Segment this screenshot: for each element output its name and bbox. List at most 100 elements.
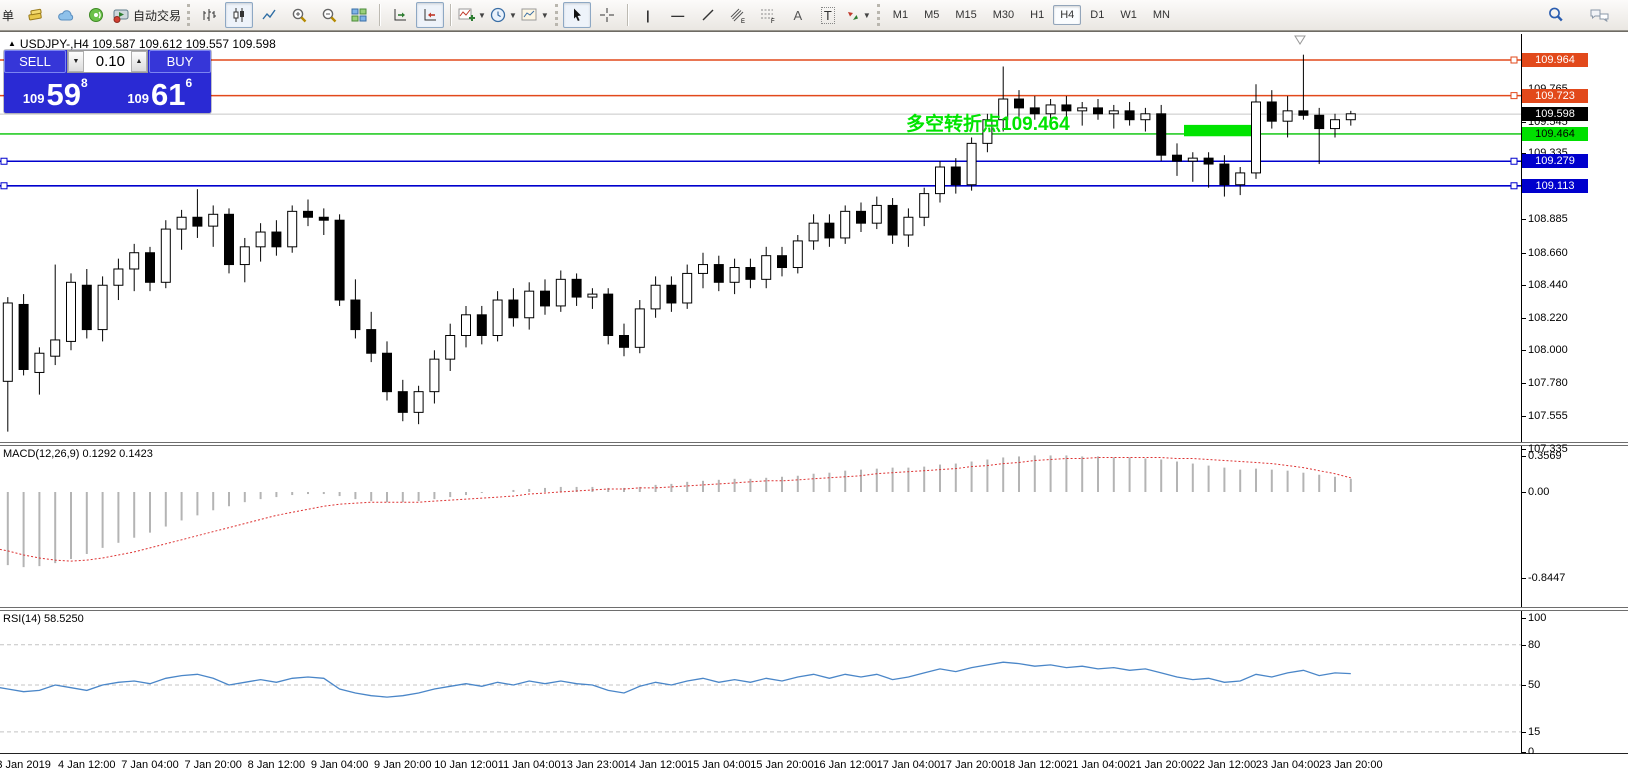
autotrading-label: 自动交易 bbox=[133, 7, 181, 24]
sell-button[interactable]: SELL bbox=[4, 50, 66, 73]
macd-pane-separator[interactable] bbox=[0, 442, 1628, 446]
channel-tool[interactable]: E bbox=[724, 2, 752, 28]
time-tick-label: 9 Jan 20:00 bbox=[374, 759, 432, 771]
time-axis[interactable]: 3 Jan 20194 Jan 12:007 Jan 04:007 Jan 20… bbox=[0, 754, 1628, 778]
search-button[interactable] bbox=[1542, 2, 1570, 28]
volume-increase-button[interactable]: ▲ bbox=[131, 51, 147, 72]
volume-input[interactable]: 0.10 bbox=[84, 53, 131, 70]
autotrading-button[interactable]: 自动交易 bbox=[112, 2, 182, 28]
candle-bearish bbox=[82, 285, 91, 329]
signals-icon[interactable] bbox=[82, 2, 110, 28]
vertical-line-tool[interactable]: | bbox=[634, 2, 662, 28]
buy-price-big: 61 bbox=[151, 80, 185, 110]
candle-bullish bbox=[588, 294, 597, 297]
sell-price[interactable]: 109 59 8 bbox=[4, 74, 107, 113]
fibonacci-tool[interactable]: F bbox=[754, 2, 782, 28]
time-tick-label: 15 Jan 20:00 bbox=[750, 759, 814, 771]
candle-bullish bbox=[462, 315, 471, 336]
buy-price[interactable]: 109 61 6 bbox=[109, 74, 212, 113]
time-tick-label: 14 Jan 12:00 bbox=[624, 759, 688, 771]
horizontal-line-tool[interactable]: — bbox=[664, 2, 692, 28]
symbol-period: USDJPY-,H4 bbox=[20, 37, 89, 51]
zoom-out-icon[interactable] bbox=[315, 2, 343, 28]
line-handle bbox=[1511, 158, 1517, 164]
arrows-icon bbox=[845, 7, 861, 23]
panel-collapse-icon[interactable]: ▲ bbox=[8, 39, 16, 48]
candle-bullish bbox=[256, 232, 265, 247]
candle-bearish bbox=[1220, 164, 1229, 185]
candle-bullish bbox=[872, 205, 881, 223]
price-axis[interactable]: 109.765109.545109.335108.885108.660108.4… bbox=[1522, 32, 1628, 753]
bar-chart-icon[interactable] bbox=[195, 2, 223, 28]
trendline-tool[interactable] bbox=[694, 2, 722, 28]
fibonacci-icon: F bbox=[759, 7, 777, 24]
tile-windows-icon[interactable] bbox=[345, 2, 373, 28]
chart-window[interactable]: ▲USDJPY-,H4 109.587 109.612 109.557 109.… bbox=[0, 31, 1628, 777]
mql5-cloud-icon[interactable] bbox=[52, 2, 80, 28]
time-tick-label: 21 Jan 04:00 bbox=[1066, 759, 1130, 771]
candle-bearish bbox=[1173, 155, 1182, 161]
volume-decrease-button[interactable]: ▼ bbox=[68, 51, 84, 72]
chat-button[interactable] bbox=[1586, 2, 1614, 28]
templates-button[interactable]: ▼ bbox=[520, 2, 550, 28]
toolbar-right bbox=[1542, 2, 1624, 28]
time-tick-label: 8 Jan 12:00 bbox=[248, 759, 306, 771]
candle-bearish bbox=[383, 353, 392, 391]
timeframe-h4[interactable]: H4 bbox=[1053, 5, 1081, 25]
candle-bullish bbox=[240, 247, 249, 265]
candle-bullish bbox=[699, 265, 708, 274]
toolbar-separator bbox=[379, 4, 380, 26]
candle-bearish bbox=[951, 167, 960, 185]
timeframe-m15[interactable]: M15 bbox=[948, 5, 983, 25]
zoom-in-icon[interactable] bbox=[285, 2, 313, 28]
price-level-badge: 109.279 bbox=[1522, 154, 1588, 168]
gold-coin-icon[interactable] bbox=[22, 2, 50, 28]
timeframe-mn[interactable]: MN bbox=[1146, 5, 1177, 25]
candle-bearish bbox=[620, 335, 629, 347]
price-level-badge: 109.464 bbox=[1522, 127, 1588, 141]
periods-button[interactable]: ▼ bbox=[489, 2, 518, 28]
cursor-tool[interactable] bbox=[563, 2, 591, 28]
chart-shift-icon[interactable] bbox=[416, 2, 444, 28]
line-chart-icon[interactable] bbox=[255, 2, 283, 28]
candle-bearish bbox=[304, 211, 313, 217]
arrows-tool[interactable]: ▼ bbox=[844, 2, 872, 28]
pivot-annotation-text: 多空转折点109.464 bbox=[906, 109, 1070, 136]
new-order-button[interactable]: 单 bbox=[0, 7, 20, 24]
timeframe-m5[interactable]: M5 bbox=[917, 5, 946, 25]
rsi-pane-separator[interactable] bbox=[0, 607, 1628, 611]
svg-text:E: E bbox=[741, 19, 745, 24]
buy-price-prefix: 109 bbox=[127, 88, 149, 110]
candle-bullish bbox=[1078, 108, 1087, 111]
timeframe-h1[interactable]: H1 bbox=[1023, 5, 1051, 25]
candle-bearish bbox=[146, 253, 155, 283]
indicators-button[interactable]: ▼ bbox=[457, 2, 487, 28]
timeframe-m1[interactable]: M1 bbox=[886, 5, 915, 25]
candle-bearish bbox=[225, 214, 234, 264]
auto-scroll-icon[interactable] bbox=[386, 2, 414, 28]
one-click-trading-panel: SELL ▼ 0.10 ▲ BUY 109 59 8 109 61 6 bbox=[4, 50, 211, 113]
candle-bearish bbox=[509, 300, 518, 318]
time-tick-label: 9 Jan 04:00 bbox=[311, 759, 369, 771]
time-tick-label: 21 Jan 20:00 bbox=[1129, 759, 1193, 771]
timeframe-d1[interactable]: D1 bbox=[1083, 5, 1111, 25]
chart-canvas[interactable] bbox=[0, 32, 1628, 778]
crosshair-tool[interactable] bbox=[593, 2, 621, 28]
timeframe-m30[interactable]: M30 bbox=[986, 5, 1021, 25]
candlestick-chart-icon[interactable] bbox=[225, 2, 253, 28]
text-tool[interactable]: A bbox=[784, 2, 812, 28]
candle-bearish bbox=[714, 265, 723, 283]
timeframe-w1[interactable]: W1 bbox=[1113, 5, 1144, 25]
rsi-tick-label: 80 bbox=[1528, 638, 1540, 652]
candle-bearish bbox=[272, 232, 281, 247]
main-toolbar: 单 自动交易 ▼ ▼ ▼ | — E F A T ▼ M1M5M15M30H1H… bbox=[0, 0, 1628, 31]
toolbar-separator bbox=[450, 4, 451, 26]
candle-bullish bbox=[288, 211, 297, 246]
time-tick-label: 17 Jan 04:00 bbox=[877, 759, 941, 771]
ohlc-low: 109.557 bbox=[186, 37, 229, 51]
time-tick-label: 17 Jan 20:00 bbox=[940, 759, 1004, 771]
buy-button[interactable]: BUY bbox=[149, 50, 211, 73]
candle-bullish bbox=[177, 217, 186, 229]
candle-bullish bbox=[67, 282, 76, 341]
text-label-tool[interactable]: T bbox=[814, 2, 842, 28]
